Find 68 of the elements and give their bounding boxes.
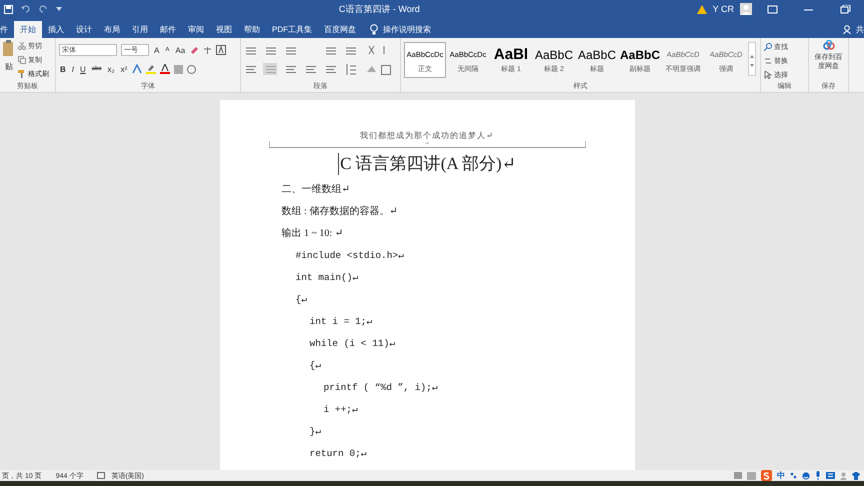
redo-icon[interactable] xyxy=(39,4,48,14)
save-icon[interactable] xyxy=(4,4,13,14)
ribbon-tab[interactable]: 开始 xyxy=(14,21,42,38)
ribbon-tab[interactable]: 设计 xyxy=(70,21,98,38)
search-icon[interactable] xyxy=(764,43,772,51)
document-title: C 语言第四讲(A 部分)↵ xyxy=(338,153,516,175)
code-line: i ++;↵ xyxy=(324,403,358,417)
user-name[interactable]: Y CR xyxy=(712,4,734,14)
ribbon-tab[interactable]: 布局 xyxy=(98,21,126,38)
ribbon-tab[interactable]: 帮助 xyxy=(238,21,266,38)
page-header: 我们都想成为那个成功的追梦人↵ xyxy=(360,131,494,141)
code-line: printf ( “%d ”, i);↵ xyxy=(324,381,438,395)
code-line: while (i < 11)↵ xyxy=(310,337,396,351)
copy-icon[interactable] xyxy=(18,56,26,64)
highlighter-icon[interactable] xyxy=(146,64,156,74)
italic-button[interactable]: I xyxy=(70,64,76,74)
scissors-icon[interactable] xyxy=(18,42,26,50)
code-line: {↵ xyxy=(296,293,307,307)
ribbon-tab[interactable]: 视图 xyxy=(210,21,238,38)
code-line: {↵ xyxy=(310,359,321,373)
body-paragraph: 输出 1 ~ 10: ↵ xyxy=(282,226,344,241)
grow-font-button[interactable]: A xyxy=(153,46,160,54)
window-title: C语言第四讲 - Word xyxy=(338,2,421,16)
code-line: return 0;↵ xyxy=(310,447,367,461)
keyboard-icon[interactable] xyxy=(826,472,835,479)
proofing-icon[interactable] xyxy=(97,472,106,479)
paste-button[interactable]: 贴 xyxy=(4,61,14,72)
cursor-icon[interactable] xyxy=(764,71,772,79)
undo-icon[interactable] xyxy=(21,5,31,13)
input-mode-indicator[interactable]: 中 xyxy=(777,470,785,481)
text-effect-icon[interactable] xyxy=(132,64,142,74)
gallery-scroll-icon[interactable] xyxy=(748,42,756,76)
change-case-button[interactable]: Aa xyxy=(174,46,186,54)
code-line: int main()↵ xyxy=(296,271,358,285)
ribbon-tab[interactable]: 百度网盘 xyxy=(318,21,362,38)
share-button[interactable]: 共 xyxy=(856,24,864,35)
punctuation-icon[interactable] xyxy=(790,472,797,479)
code-line: #include <stdio.h>↵ xyxy=(296,249,404,263)
eraser-icon[interactable] xyxy=(190,46,200,54)
microphone-icon[interactable] xyxy=(815,471,821,480)
warning-icon xyxy=(696,4,707,14)
superscript-button[interactable]: x² xyxy=(120,64,128,74)
tell-me-search[interactable]: 操作说明搜索 xyxy=(383,24,431,35)
subscript-button[interactable]: x₂ xyxy=(106,64,116,74)
emoji-icon[interactable] xyxy=(802,472,810,480)
char-shading-icon[interactable] xyxy=(174,64,184,74)
code-line: int i = 1;↵ xyxy=(310,315,372,329)
ribbon-tab[interactable]: 邮件 xyxy=(154,21,182,38)
person-icon[interactable] xyxy=(843,25,851,34)
body-paragraph: 二、一维数组↵ xyxy=(282,182,351,197)
paintbrush-icon[interactable] xyxy=(18,70,26,78)
dropdown-icon[interactable] xyxy=(56,7,62,11)
ribbon-tab[interactable]: 件 xyxy=(0,21,14,38)
ribbon-tab[interactable]: 审阅 xyxy=(182,21,210,38)
ribbon-tab[interactable]: 插入 xyxy=(42,21,70,38)
shirt-icon[interactable] xyxy=(852,472,860,480)
code-line: }↵ xyxy=(310,425,321,439)
bold-button[interactable]: B xyxy=(59,64,67,74)
clipboard-icon[interactable] xyxy=(3,40,15,58)
font-color-icon[interactable] xyxy=(160,64,170,74)
underline-button[interactable]: U xyxy=(79,64,87,74)
enclose-char-icon[interactable] xyxy=(187,64,196,74)
lightbulb-icon[interactable] xyxy=(370,24,378,35)
border-char-icon[interactable] xyxy=(216,45,226,55)
body-paragraph: 数组 : 储存数据的容器。↵ xyxy=(282,204,399,219)
ime-logo-icon[interactable] xyxy=(761,470,772,481)
ribbon-tab[interactable]: PDF工具集 xyxy=(266,21,318,38)
ribbon-tab[interactable]: 引用 xyxy=(126,21,154,38)
